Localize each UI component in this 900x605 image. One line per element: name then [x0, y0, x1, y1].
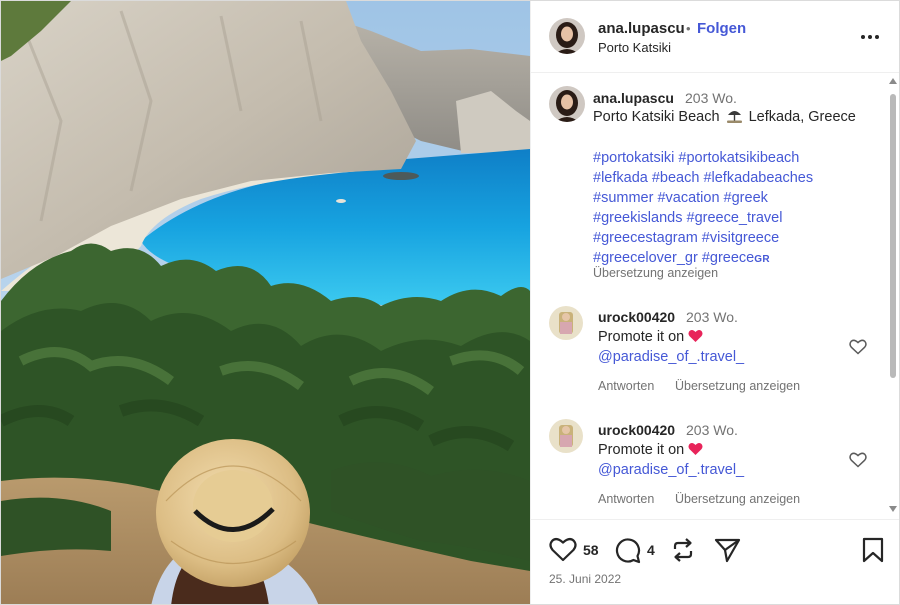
like-count[interactable]: 58 — [583, 542, 599, 558]
author-avatar[interactable] — [549, 18, 585, 54]
hashtag-line[interactable]: #summer #vacation #greek — [593, 188, 863, 208]
caption-hashtags: #portokatsiki #portokatsikibeach #lefkad… — [593, 148, 863, 270]
post-side-panel: ana.lupascu • Folgen Porto Katsiki ana.l… — [530, 1, 899, 604]
action-bar: 58 4 25. Juni 2022 — [531, 519, 899, 604]
comment-text: Promote it on — [598, 442, 703, 460]
instagram-post-window: ana.lupascu • Folgen Porto Katsiki ana.l… — [0, 0, 900, 605]
post-header: ana.lupascu • Folgen Porto Katsiki — [531, 1, 899, 73]
comment-translate-link[interactable]: Übersetzung anzeigen — [675, 379, 800, 393]
scrollbar-thumb[interactable] — [890, 94, 896, 378]
caption-text-location: Lefkada, Greece — [748, 109, 856, 125]
beach-photo-image — [1, 1, 530, 604]
author-username[interactable]: ana.lupascu — [598, 20, 685, 37]
comment-mention-link[interactable]: @paradise_of_.travel_ — [598, 462, 744, 478]
hashtag-line[interactable]: #greecestagram #visitgreece — [593, 228, 863, 248]
comment-age: 203 Wo. — [686, 422, 738, 438]
caption-username[interactable]: ana.lupascu — [593, 90, 674, 106]
comment-like-heart-icon[interactable] — [849, 452, 867, 473]
more-options-icon[interactable] — [861, 27, 881, 47]
comment-text: Promote it on — [598, 329, 703, 347]
bookmark-icon[interactable] — [862, 537, 884, 568]
hashtag-line[interactable]: #greekislands #greece_travel — [593, 208, 863, 228]
share-icon[interactable] — [714, 537, 741, 568]
hashtag-line[interactable]: #portokatsiki #portokatsikibeach — [593, 148, 863, 168]
comment-icon[interactable] — [614, 537, 641, 569]
comment-mention-link[interactable]: @paradise_of_.travel_ — [598, 349, 744, 365]
comment-translate-link[interactable]: Übersetzung anzeigen — [675, 492, 800, 506]
comment-item: urock00420 203 Wo. Promote it on @paradi… — [531, 419, 899, 519]
separator-dot: • — [686, 21, 691, 36]
heart-icon[interactable] — [549, 537, 577, 567]
caption-translate-link[interactable]: Übersetzung anzeigen — [593, 266, 718, 280]
scroll-down-arrow-icon[interactable] — [889, 506, 897, 512]
comment-body: Promote it on — [598, 442, 685, 458]
hashtag-line-text[interactable]: #greecelover_gr #greece — [593, 250, 754, 266]
commenter-avatar[interactable] — [549, 419, 583, 453]
comment-body: Promote it on — [598, 329, 685, 345]
comment-count[interactable]: 4 — [647, 542, 655, 558]
commenter-username[interactable]: urock00420 — [598, 422, 675, 438]
caption-text-title: Porto Katsiki Beach — [593, 109, 720, 125]
post-date[interactable]: 25. Juni 2022 — [549, 572, 621, 586]
caption-age: 203 Wo. — [685, 90, 737, 106]
comment-item: urock00420 203 Wo. Promote it on @paradi… — [531, 306, 899, 416]
hashtag-suffix[interactable]: GR — [754, 254, 770, 265]
red-heart-emoji-icon — [688, 442, 703, 460]
hashtag-line[interactable]: #lefkada #beach #lefkadabeaches — [593, 168, 863, 188]
commenter-avatar[interactable] — [549, 306, 583, 340]
comments-scroll-area[interactable]: ana.lupascu 203 Wo. Porto Katsiki Beach … — [531, 74, 899, 519]
post-location[interactable]: Porto Katsiki — [598, 40, 671, 55]
beach-umbrella-icon — [726, 109, 743, 127]
follow-button[interactable]: Folgen — [697, 20, 746, 37]
comment-like-heart-icon[interactable] — [849, 339, 867, 360]
post-photo[interactable] — [1, 1, 530, 604]
scrollbar[interactable] — [887, 74, 899, 519]
commenter-username[interactable]: urock00420 — [598, 309, 675, 325]
repost-icon[interactable] — [670, 537, 696, 568]
comment-age: 203 Wo. — [686, 309, 738, 325]
red-heart-emoji-icon — [688, 329, 703, 347]
caption-author-avatar[interactable] — [549, 86, 585, 122]
scroll-up-arrow-icon[interactable] — [889, 78, 897, 84]
reply-button[interactable]: Antworten — [598, 492, 654, 506]
reply-button[interactable]: Antworten — [598, 379, 654, 393]
caption-text: Porto Katsiki Beach Lefkada, Greece — [593, 109, 856, 127]
